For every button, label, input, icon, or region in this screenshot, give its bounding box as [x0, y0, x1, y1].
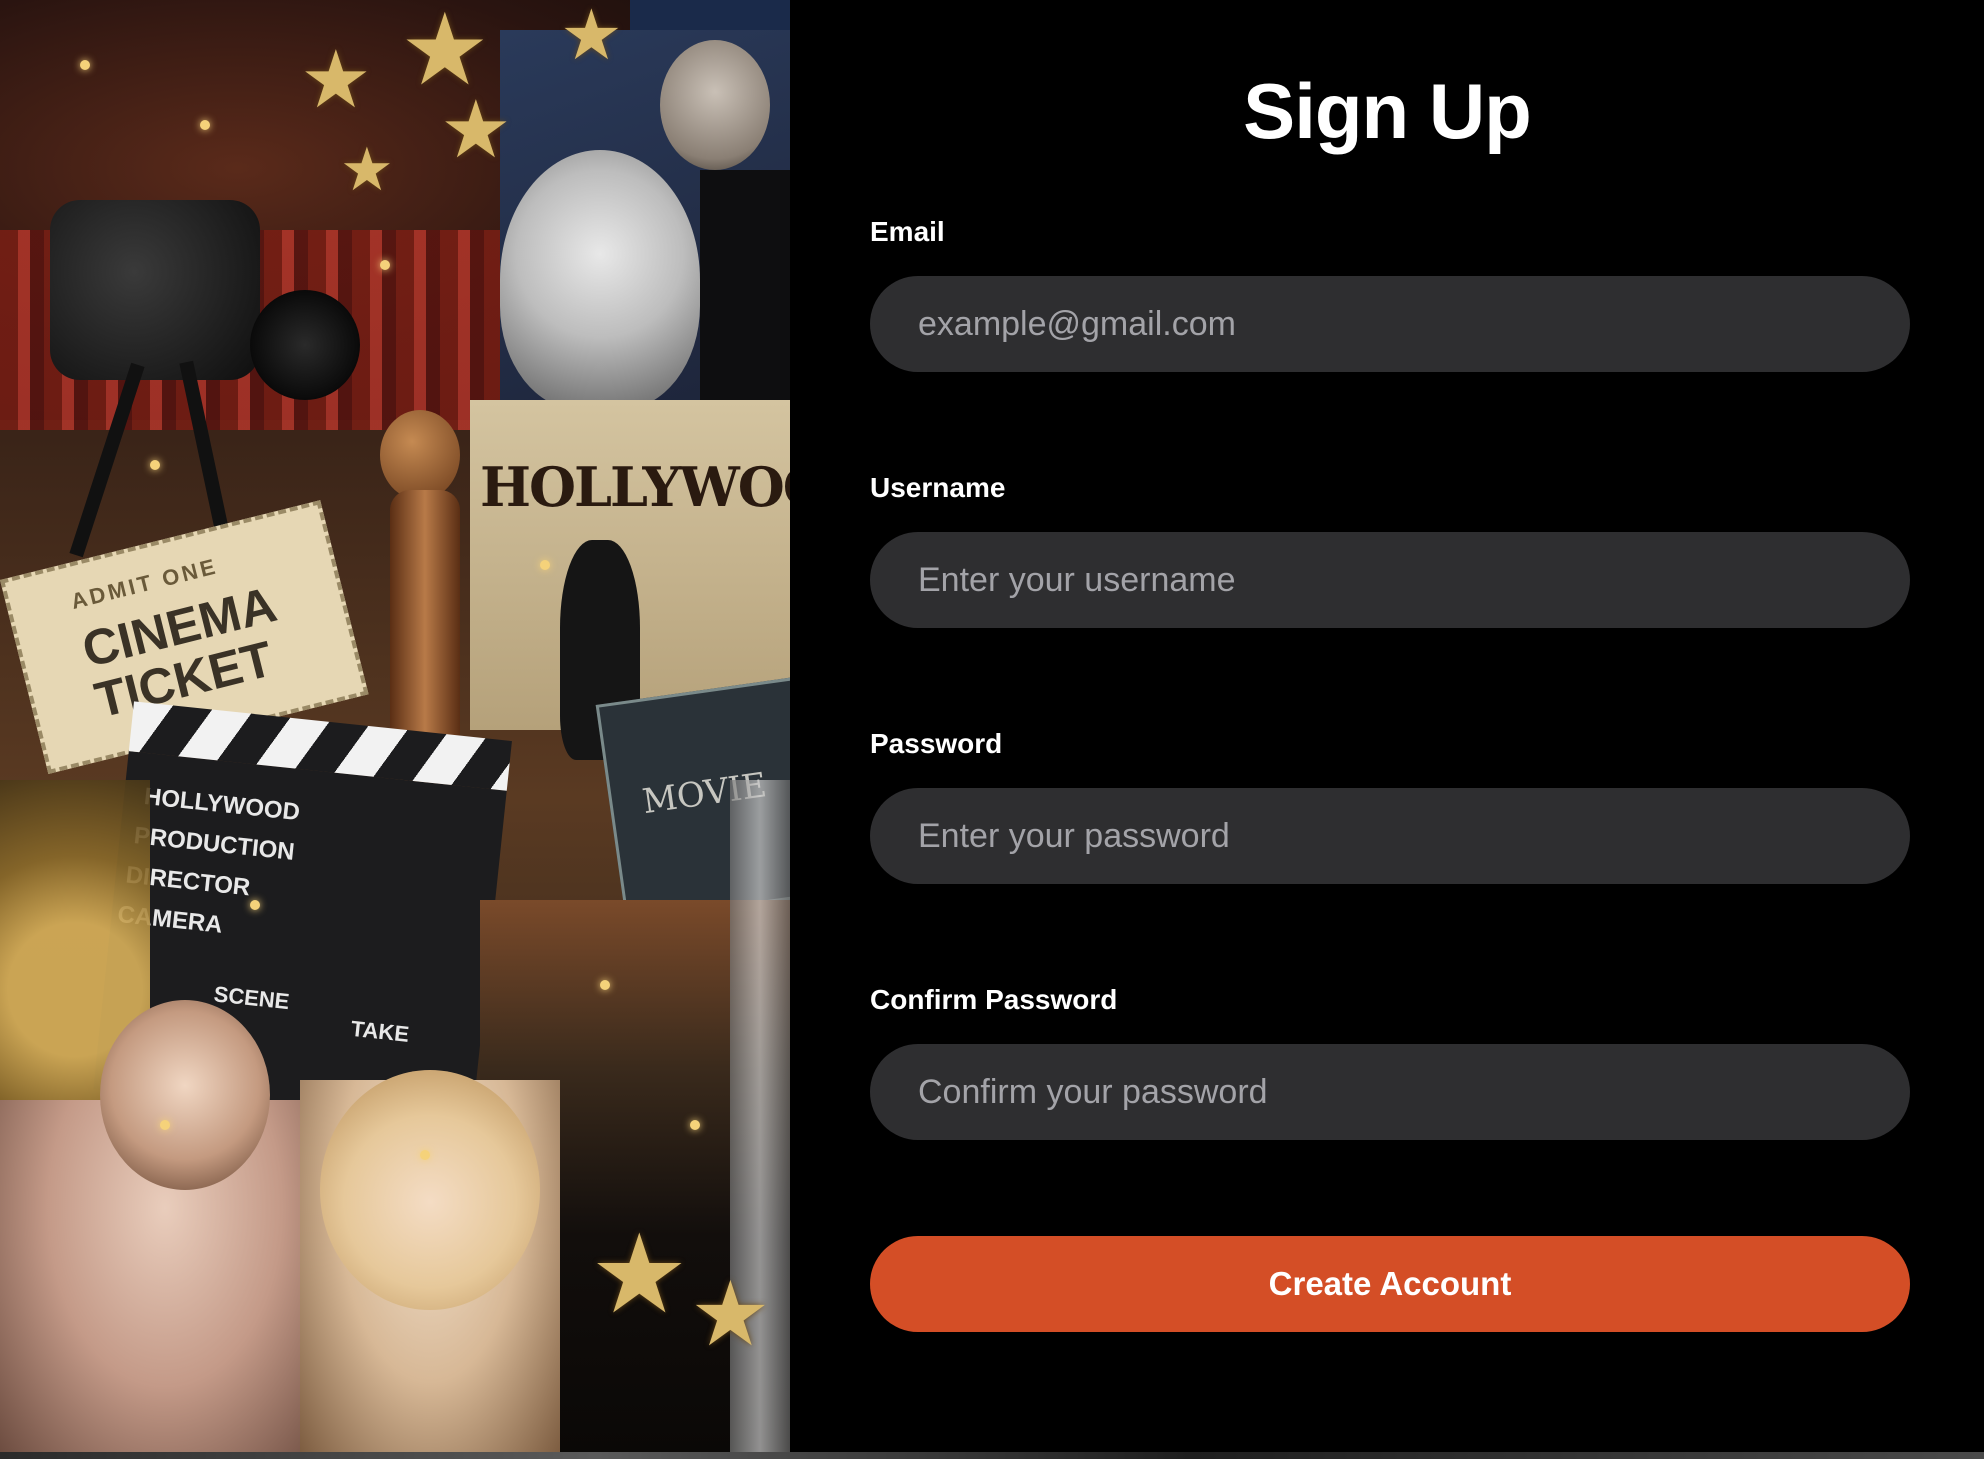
clapper-line-2: PRODUCTION [132, 822, 296, 866]
email-field[interactable] [870, 276, 1910, 372]
hollywood-collage-image: ★ ★ ★ ★ ★ HOLLYWOOD ADMIT ONE CINEMA TIC… [0, 0, 790, 1452]
confirm-password-label: Confirm Password [870, 984, 1118, 1015]
bottom-strip [0, 1452, 1984, 1459]
signup-panel: Sign Up Email Username Password Confirm … [790, 0, 1984, 1452]
password-label: Password [870, 728, 1003, 759]
star-icon: ★ [340, 136, 394, 203]
clapper-take: TAKE [349, 1015, 411, 1047]
page-title: Sign Up [1243, 67, 1532, 155]
create-account-button[interactable]: Create Account [870, 1236, 1910, 1332]
clapper-line-1: HOLLYWOOD [142, 782, 302, 827]
collage-hollywood-text: HOLLYWOOD [480, 455, 790, 519]
star-icon: ★ [690, 1265, 771, 1365]
username-label: Username [870, 472, 1006, 503]
password-field[interactable] [870, 788, 1910, 884]
star-icon: ★ [300, 35, 372, 124]
confirm-password-field[interactable] [870, 1044, 1910, 1140]
star-icon: ★ [560, 0, 623, 74]
star-icon: ★ [590, 1213, 689, 1336]
star-icon: ★ [440, 85, 512, 174]
email-label: Email [870, 216, 945, 247]
username-field[interactable] [870, 532, 1910, 628]
